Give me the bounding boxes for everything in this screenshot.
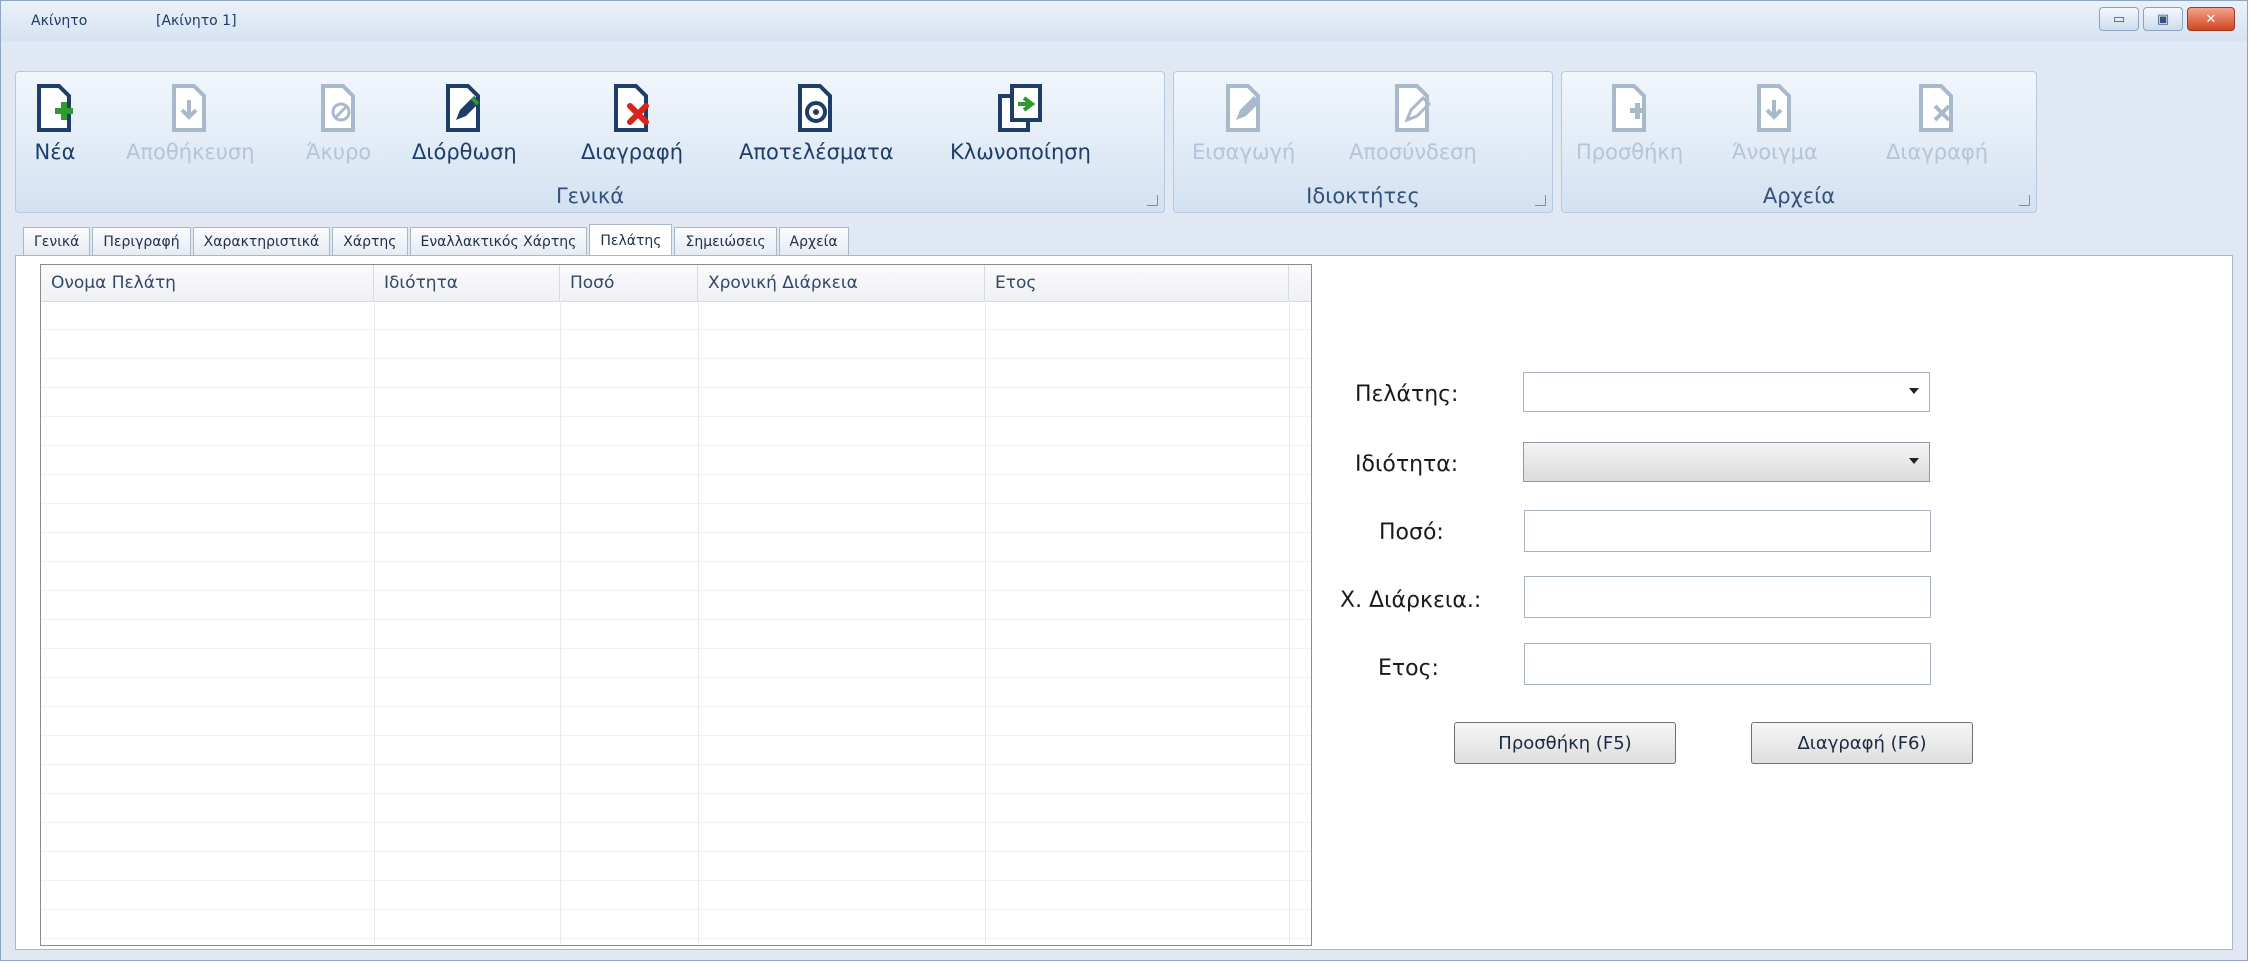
tab-features[interactable]: Χαρακτηριστικά (192, 227, 331, 255)
minimize-icon: ▭ (2112, 11, 2126, 27)
column-divider (374, 301, 375, 945)
property-combobox[interactable] (1523, 442, 1930, 482)
column-divider (560, 301, 561, 945)
column-divider (985, 301, 986, 945)
amount-label: Ποσό: (1379, 520, 1444, 545)
column-header-year[interactable]: Ετος (985, 265, 1289, 301)
chevron-down-icon (1909, 458, 1919, 464)
close-icon: ✕ (2205, 11, 2217, 27)
delete-button[interactable]: Διαγραφή (581, 78, 683, 164)
file-delete-icon (1912, 78, 1962, 134)
grid-header: Ονομα Πελάτη Ιδιότητα Ποσό Χρονική Διάρκ… (41, 265, 1311, 302)
delete-label: Διαγραφή (581, 140, 684, 164)
close-button[interactable]: ✕ (2187, 7, 2235, 31)
year-input[interactable] (1524, 643, 1931, 685)
ribbon-group-files: Προσθήκη Άνοιγμα Διαγραφή Αρχεία (1561, 71, 2037, 213)
save-button[interactable]: Αποθήκευση (126, 78, 255, 164)
file-delete-button[interactable]: Διαγραφή (1886, 78, 1988, 164)
delete-document-icon (607, 78, 657, 134)
dialog-launcher-icon[interactable] (1147, 195, 1158, 206)
file-add-icon (1605, 78, 1655, 134)
clone-button[interactable]: Κλωνοποίηση (950, 78, 1091, 164)
column-divider (698, 301, 699, 945)
tab-strip: Γενικά Περιγραφή Χαρακτηριστικά Χάρτης Ε… (23, 223, 851, 256)
results-button[interactable]: Αποτελέσματα (739, 78, 894, 164)
title-bar: Ακίνητο [Ακίνητο 1] ▭ ▣ ✕ (1, 1, 2247, 41)
customer-tab-panel: Ονομα Πελάτη Ιδιότητα Ποσό Χρονική Διάρκ… (15, 255, 2233, 950)
column-header-duration[interactable]: Χρονική Διάρκεια (698, 265, 985, 301)
file-add-label: Προσθήκη (1576, 140, 1684, 164)
delete-row-button[interactable]: Διαγραφή (F6) (1751, 722, 1973, 764)
edit-label: Διόρθωση (412, 140, 517, 164)
grid-body[interactable] (41, 301, 1311, 945)
column-divider (1289, 301, 1290, 945)
edit-button[interactable]: Διόρθωση (412, 78, 517, 164)
maximize-icon: ▣ (2156, 11, 2170, 27)
column-header-amount[interactable]: Ποσό (560, 265, 698, 301)
tab-customer[interactable]: Πελάτης (589, 224, 673, 256)
tab-notes[interactable]: Σημειώσεις (674, 227, 777, 255)
new-document-icon (30, 78, 80, 134)
results-document-icon (791, 78, 841, 134)
ribbon-group-owners: Εισαγωγή Αποσύνδεση Ιδιοκτήτες (1173, 71, 1553, 213)
cancel-label: Άκυρο (306, 140, 372, 164)
ribbon-group-general-label: Γενικά (555, 184, 625, 208)
owner-add-label: Εισαγωγή (1192, 140, 1296, 164)
dialog-launcher-icon[interactable] (1535, 195, 1546, 206)
clone-document-icon (995, 78, 1045, 134)
app-title: Ακίνητο (31, 13, 88, 29)
ribbon-group-files-label: Αρχεία (1762, 184, 1836, 208)
maximize-button[interactable]: ▣ (2143, 7, 2183, 31)
save-label: Αποθήκευση (126, 140, 255, 164)
customers-grid[interactable]: Ονομα Πελάτη Ιδιότητα Ποσό Χρονική Διάρκ… (40, 264, 1312, 946)
property-label: Ιδιότητα: (1355, 452, 1459, 477)
dialog-launcher-icon[interactable] (2019, 195, 2030, 206)
file-open-label: Άνοιγμα (1732, 140, 1818, 164)
column-header-customer-name[interactable]: Ονομα Πελάτη (41, 265, 374, 301)
owner-remove-icon (1388, 78, 1438, 134)
duration-label: Χ. Διάρκεια.: (1340, 588, 1482, 613)
file-open-icon (1750, 78, 1800, 134)
app-window: Ακίνητο [Ακίνητο 1] ▭ ▣ ✕ Νέα Αποθήκευση (0, 0, 2248, 961)
duration-input[interactable] (1524, 576, 1931, 618)
edit-document-icon (439, 78, 489, 134)
amount-input[interactable] (1524, 510, 1931, 552)
window-controls: ▭ ▣ ✕ (2099, 7, 2235, 31)
cancel-button[interactable]: Άκυρο (306, 78, 371, 164)
file-delete-label: Διαγραφή (1886, 140, 1989, 164)
chevron-down-icon (1909, 388, 1919, 394)
tab-files[interactable]: Αρχεία (778, 227, 849, 255)
ribbon: Νέα Αποθήκευση Άκυρο Διόρθωση Διαγραφή Α… (15, 71, 2037, 213)
add-button[interactable]: Προσθήκη (F5) (1454, 722, 1676, 764)
owner-add-icon (1219, 78, 1269, 134)
tab-general[interactable]: Γενικά (23, 227, 91, 255)
column-header-property[interactable]: Ιδιότητα (374, 265, 560, 301)
minimize-button[interactable]: ▭ (2099, 7, 2139, 31)
results-label: Αποτελέσματα (739, 140, 894, 164)
document-title: [Ακίνητο 1] (156, 13, 237, 29)
file-open-button[interactable]: Άνοιγμα (1732, 78, 1818, 164)
owner-remove-button[interactable]: Αποσύνδεση (1349, 78, 1477, 164)
file-add-button[interactable]: Προσθήκη (1576, 78, 1683, 164)
clone-label: Κλωνοποίηση (950, 140, 1091, 164)
customer-combobox[interactable] (1523, 372, 1930, 412)
tab-alt-map[interactable]: Εναλλακτικός Χάρτης (409, 227, 588, 255)
new-label: Νέα (34, 140, 76, 164)
new-button[interactable]: Νέα (30, 78, 80, 164)
customer-label: Πελάτης: (1355, 382, 1459, 407)
tab-description[interactable]: Περιγραφή (92, 227, 191, 255)
ribbon-group-general: Νέα Αποθήκευση Άκυρο Διόρθωση Διαγραφή Α… (15, 71, 1165, 213)
owner-remove-label: Αποσύνδεση (1349, 140, 1477, 164)
year-label: Ετος: (1378, 656, 1439, 681)
tab-map[interactable]: Χάρτης (332, 227, 408, 255)
ribbon-group-owners-label: Ιδιοκτήτες (1306, 184, 1420, 208)
cancel-document-icon (314, 78, 364, 134)
save-document-icon (165, 78, 215, 134)
owner-add-button[interactable]: Εισαγωγή (1192, 78, 1295, 164)
